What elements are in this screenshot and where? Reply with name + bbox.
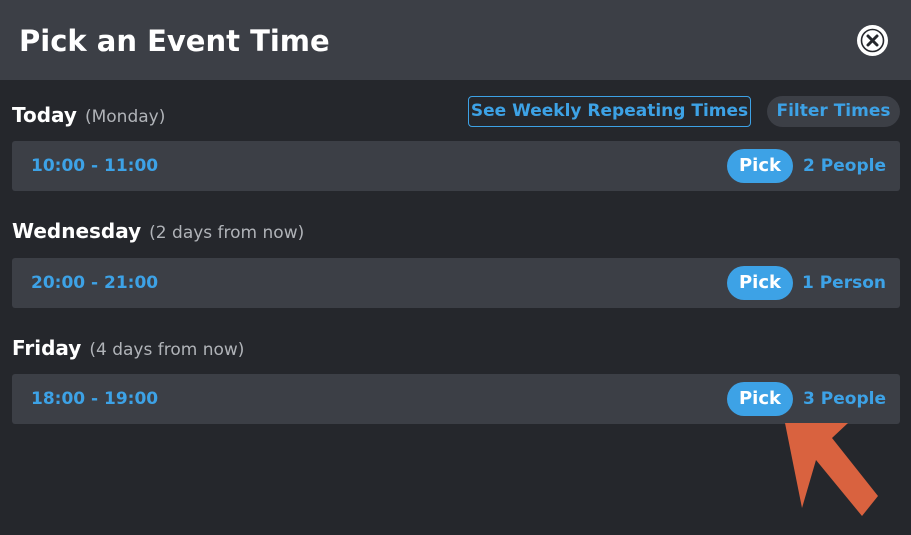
- day-heading-today: Today (Monday): [12, 102, 165, 130]
- day-relative: (Monday): [84, 107, 166, 127]
- day-heading-friday: Friday (4 days from now): [12, 335, 244, 363]
- slot-time: 20:00 - 21:00: [31, 273, 159, 293]
- pick-button[interactable]: Pick: [727, 149, 793, 183]
- see-weekly-repeating-times-button[interactable]: See Weekly Repeating Times: [468, 96, 751, 127]
- close-button[interactable]: [857, 25, 888, 56]
- annotation-arrow-icon: [785, 423, 878, 516]
- dialog-title: Pick an Event Time: [19, 24, 330, 58]
- pick-button[interactable]: Pick: [727, 266, 793, 300]
- slot-time: 18:00 - 19:00: [31, 389, 159, 409]
- time-slot-row: 10:00 - 11:00 Pick 2 People: [12, 141, 900, 191]
- day-relative: (4 days from now): [89, 340, 245, 360]
- close-icon: [860, 28, 885, 53]
- dialog-header: Pick an Event Time: [0, 0, 911, 80]
- day-name: Friday: [12, 336, 82, 360]
- people-count-link[interactable]: 3 People: [803, 374, 886, 424]
- people-count-link[interactable]: 1 Person: [802, 258, 886, 308]
- people-count-link[interactable]: 2 People: [803, 141, 886, 191]
- slot-time: 10:00 - 11:00: [31, 156, 159, 176]
- time-slot-row: 20:00 - 21:00 Pick 1 Person: [12, 258, 900, 308]
- day-name: Today: [12, 103, 77, 127]
- pick-button[interactable]: Pick: [727, 382, 793, 416]
- time-slot-row: 18:00 - 19:00 Pick 3 People: [12, 374, 900, 424]
- day-name: Wednesday: [12, 219, 142, 243]
- filter-times-button[interactable]: Filter Times: [767, 96, 900, 127]
- day-relative: (2 days from now): [149, 223, 305, 243]
- day-heading-wednesday: Wednesday (2 days from now): [12, 218, 304, 246]
